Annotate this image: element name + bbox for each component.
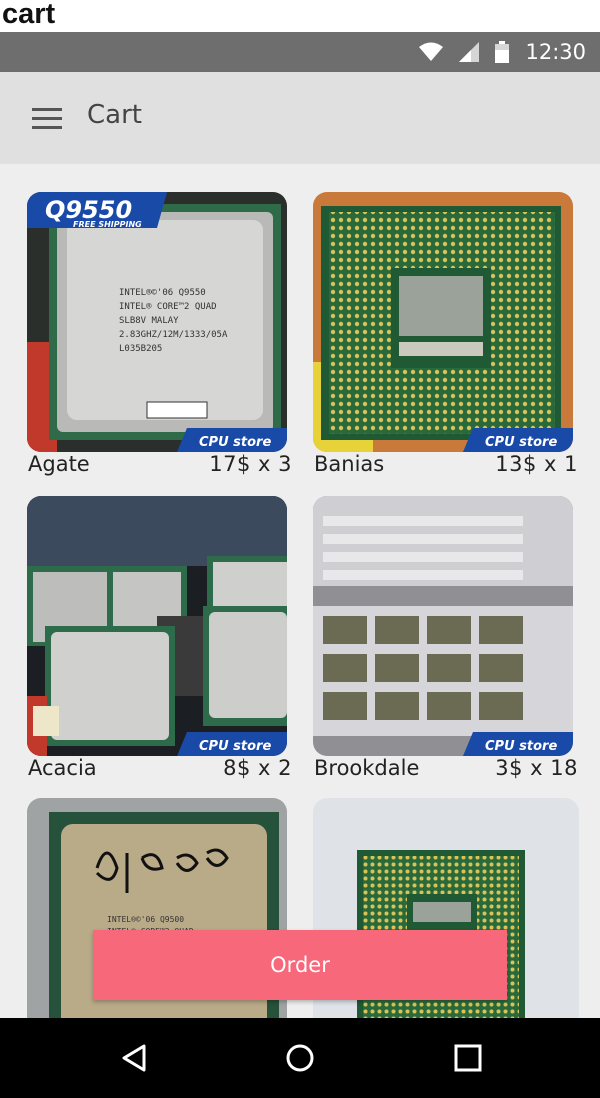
menu-icon[interactable] (30, 106, 64, 132)
svg-text:INTEL®©'06 Q9500: INTEL®©'06 Q9500 (107, 915, 184, 924)
status-icons: 12:30 (419, 32, 586, 72)
back-icon[interactable] (114, 1038, 154, 1078)
order-button[interactable]: Order (93, 930, 507, 1000)
product-meta: Acacia 8$ x 2 (27, 754, 292, 784)
product-meta: Banias 13$ x 1 (313, 450, 578, 480)
product-name: Agate (28, 452, 90, 476)
svg-text:CPU store: CPU store (485, 435, 557, 450)
product-image[interactable]: CPU store (27, 496, 287, 756)
page-title: Cart (87, 100, 142, 130)
product-name: Banias (314, 452, 385, 476)
product-image[interactable]: CPU store (313, 192, 573, 452)
product-image[interactable]: CPU store (313, 496, 573, 756)
svg-text:L035B205: L035B205 (119, 344, 162, 354)
product-price-qty: 17$ x 3 (209, 452, 292, 476)
product-card[interactable]: CPU store Brookdale 3$ x 18 (313, 496, 578, 780)
product-name: Brookdale (314, 756, 420, 780)
svg-text:2.83GHZ/12M/1333/05A: 2.83GHZ/12M/1333/05A (119, 330, 228, 340)
clock: 12:30 (525, 40, 586, 64)
svg-text:INTEL® CORE™2 QUAD: INTEL® CORE™2 QUAD (119, 302, 217, 312)
product-card[interactable]: CPU store Acacia 8$ x 2 (27, 496, 292, 780)
cart-grid[interactable]: INTEL®©'06 Q9550 INTEL® CORE™2 QUAD SLB8… (0, 164, 600, 1018)
svg-text:SLB8V MALAY: SLB8V MALAY (119, 316, 179, 326)
recents-icon[interactable] (448, 1038, 488, 1078)
product-card[interactable]: CPU store Banias 13$ x 1 (313, 192, 578, 476)
product-meta: Agate 17$ x 3 (27, 450, 292, 480)
product-price-qty: 13$ x 1 (495, 452, 578, 476)
svg-text:INTEL®©'06 Q9550: INTEL®©'06 Q9550 (119, 288, 206, 298)
home-icon[interactable] (280, 1038, 320, 1078)
battery-icon (495, 41, 510, 63)
page-caption: cart (2, 0, 56, 30)
product-card[interactable]: INTEL®©'06 Q9550 INTEL® CORE™2 QUAD SLB8… (27, 192, 292, 476)
product-meta: Brookdale 3$ x 18 (313, 754, 578, 784)
signal-icon (459, 42, 480, 62)
product-name: Acacia (28, 756, 97, 780)
wifi-icon (419, 42, 444, 62)
app-bar: Cart (0, 72, 600, 164)
svg-text:CPU store: CPU store (199, 435, 271, 450)
product-price-qty: 3$ x 18 (495, 756, 578, 780)
navigation-bar (0, 1018, 600, 1098)
svg-text:CPU store: CPU store (199, 739, 271, 754)
product-image[interactable]: INTEL®©'06 Q9550 INTEL® CORE™2 QUAD SLB8… (27, 192, 287, 452)
status-bar: 12:30 (0, 32, 600, 72)
svg-text:FREE SHIPPING: FREE SHIPPING (73, 220, 142, 229)
svg-text:CPU store: CPU store (485, 739, 557, 754)
product-price-qty: 8$ x 2 (223, 756, 292, 780)
